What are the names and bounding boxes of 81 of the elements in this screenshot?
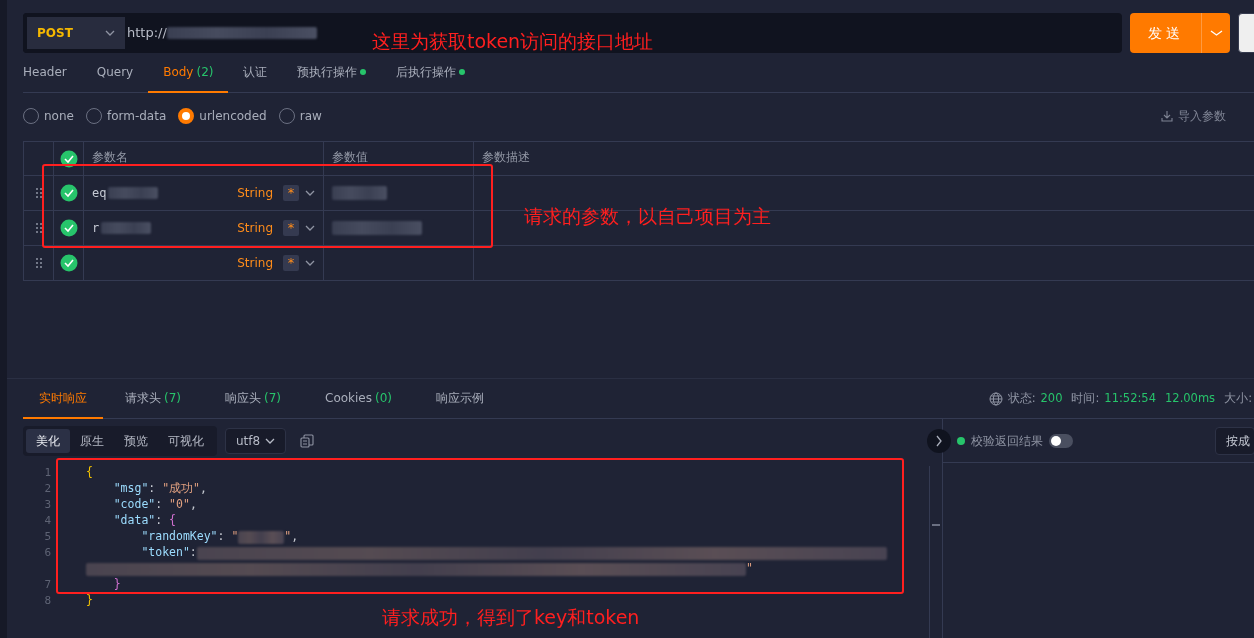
validate-label: 校验返回结果 [971,432,1043,450]
chevron-right-icon [935,435,943,447]
time-label: 时间: [1071,389,1100,407]
validate-toggle[interactable] [1049,433,1073,448]
body-type-radio[interactable]: none [23,107,74,125]
checkbox[interactable] [59,219,78,237]
globe-icon [988,391,1003,406]
code-line: { [86,464,93,482]
request-tab[interactable]: 预执行操作 [282,53,382,93]
code-line: } [112,576,121,594]
param-name: r [92,219,152,237]
line-number: 4 [43,512,51,529]
view-mode-tab[interactable]: 美化 [26,429,70,453]
method-dropdown[interactable]: POST [23,13,125,53]
annotation-text: 请求成功，得到了key和token [382,608,640,627]
request-tab[interactable]: Body (2) [148,53,229,93]
annotation-text: 这里为获取token访问的接口地址 [372,32,654,51]
caret-icon [265,438,276,444]
request-tab[interactable]: 认证 [228,53,283,93]
encoding-dropdown[interactable]: utf8 [225,428,287,454]
checkbox[interactable] [59,184,78,202]
annotation-text: 请求的参数，以自己项目为主 [524,207,771,226]
code-line: "randomKey": " ", [140,528,299,546]
required-toggle[interactable]: * [283,220,299,236]
request-tab[interactable]: Header [23,53,82,93]
response-tab[interactable]: 实时响应 [23,379,103,419]
code-line: " [86,560,753,578]
required-toggle[interactable]: * [283,185,299,201]
line-number: 6 [43,544,51,561]
status-dot [957,436,965,445]
response-tab[interactable]: 响应头 (7) [203,379,303,419]
view-mode-tab[interactable]: 可视化 [158,429,214,453]
line-number: 1 [43,464,51,481]
request-tab[interactable]: 后执行操作 [381,53,481,93]
param-name: eq [92,184,159,202]
param-type: String [237,220,273,237]
column-header: 参数描述 [482,149,530,166]
status-code: 200 [1040,389,1063,407]
drag-handle-icon[interactable] [35,188,42,198]
size-label: 大小: [1224,389,1252,407]
scrollbar[interactable] [929,466,943,638]
caret-icon [305,225,315,231]
checkbox[interactable] [59,149,78,168]
column-header: 参数名 [92,149,128,166]
code-line: "code": "0", [112,496,197,514]
status-label: 状态: [1007,389,1036,407]
line-number: 3 [43,496,51,513]
view-mode-tab[interactable]: 预览 [114,429,158,453]
drag-handle-icon[interactable] [35,258,42,268]
copy-icon[interactable] [300,434,315,448]
response-time: 11:52:54 [1104,389,1156,407]
code-line: } [86,592,93,610]
drag-handle-icon[interactable] [35,223,42,233]
body-type-radio[interactable]: form-data [85,107,167,125]
body-type-radio[interactable]: urlencoded [178,107,267,125]
code-line: "msg": "成功", [112,480,207,498]
response-tab[interactable]: 请求头 (7) [103,379,203,419]
line-number: 2 [43,480,51,497]
line-number: 8 [43,592,51,609]
request-tab[interactable]: Query [81,53,149,93]
caret-icon [105,30,115,36]
view-mode-tab[interactable]: 原生 [70,429,114,453]
import-button[interactable]: 导入参数 [1161,107,1226,125]
caret-icon [305,260,315,266]
param-type: String [237,185,273,202]
caret-icon [305,190,315,196]
expand-button[interactable] [927,429,951,453]
param-type: String [237,255,273,272]
column-header: 参数值 [332,149,368,166]
code-line: "data": { [112,512,177,530]
duration: 12.00ms [1165,389,1216,407]
checkbox[interactable] [59,254,78,272]
body-type-radio[interactable]: raw [278,107,322,125]
line-number: 5 [43,528,51,545]
response-tab[interactable]: 响应示例 [414,379,506,419]
required-toggle[interactable]: * [283,255,299,271]
download-icon [1161,110,1173,122]
caret-icon [1209,30,1223,36]
line-number: 7 [43,576,51,593]
response-tab[interactable]: Cookies (0) [303,379,414,419]
action-button[interactable]: 按成 [1215,426,1254,455]
